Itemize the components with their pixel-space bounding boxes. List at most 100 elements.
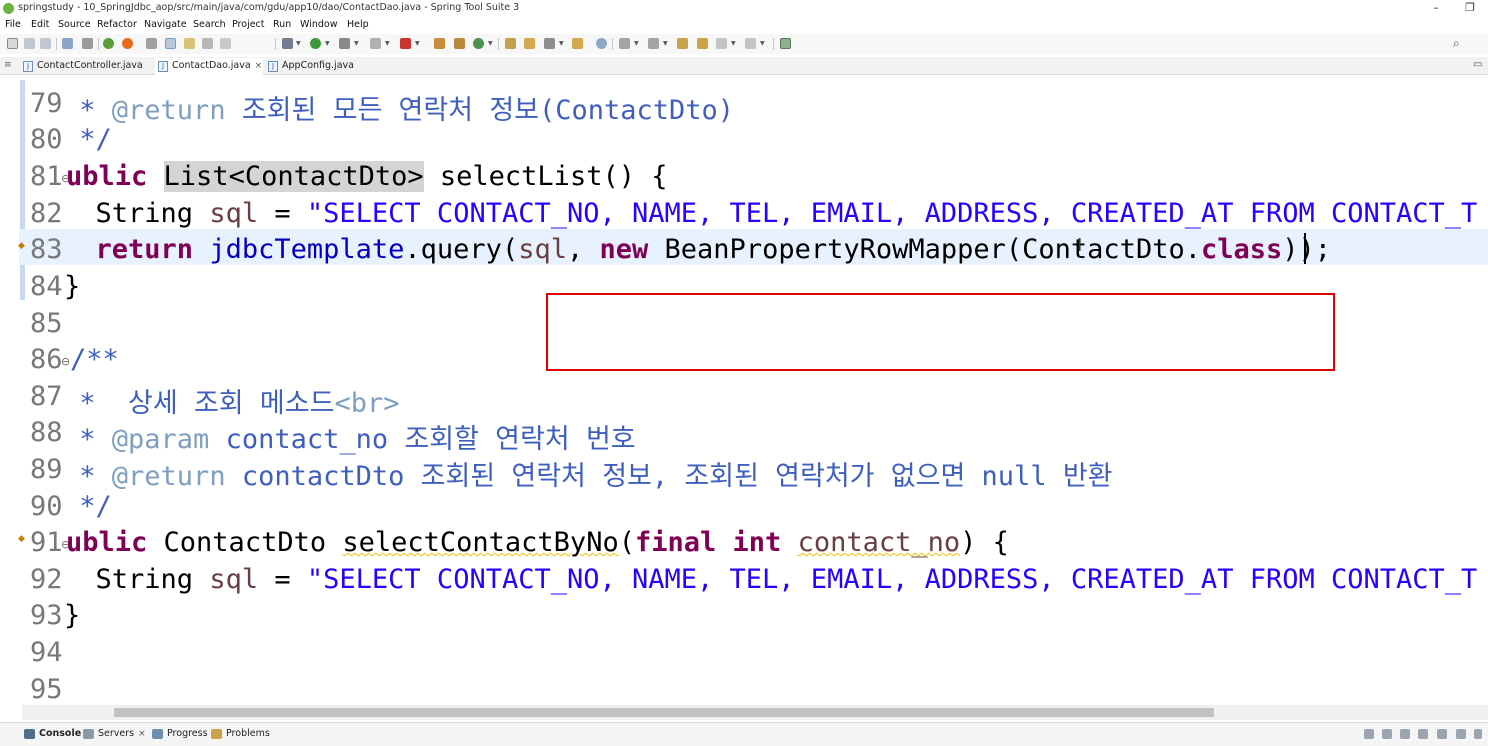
minimize-button[interactable]: –	[1426, 1, 1446, 15]
back-arrow-icon[interactable]	[716, 38, 727, 49]
minimize-editor-icon[interactable]: ▭	[1473, 59, 1485, 71]
chevron-down-icon[interactable]: ▼	[634, 40, 639, 47]
chevron-down-icon[interactable]: ▼	[354, 40, 359, 47]
warning-marker-icon[interactable]: ◆	[18, 534, 30, 546]
menu-navigate[interactable]: Navigate	[144, 19, 187, 30]
menu-refactor[interactable]: Refactor	[97, 19, 137, 30]
scrollbar-thumb[interactable]	[114, 708, 1214, 717]
line-number: 92	[30, 564, 63, 595]
scroll-lock-icon[interactable]	[1382, 729, 1392, 739]
tab-servers[interactable]: Servers ×	[83, 728, 146, 739]
line-number: 87	[30, 381, 63, 412]
debug-icon[interactable]	[282, 38, 293, 49]
new-class-icon[interactable]	[473, 38, 484, 49]
parameter: contact_no	[797, 527, 961, 558]
new-package-icon[interactable]	[454, 38, 465, 49]
back-icon[interactable]	[697, 38, 708, 49]
previous-annotation-icon[interactable]	[648, 38, 659, 49]
menu-run[interactable]: Run	[273, 19, 291, 30]
last-edit-location-icon[interactable]	[677, 38, 688, 49]
closing-parens: ));	[1282, 234, 1332, 265]
java-file-icon: J	[23, 61, 33, 72]
stop-icon[interactable]	[370, 38, 381, 49]
view-menu-icon[interactable]	[1456, 729, 1466, 739]
chevron-down-icon[interactable]: ▼	[415, 40, 420, 47]
restore-button[interactable]: ❐	[1460, 1, 1480, 15]
open-type-icon[interactable]	[505, 38, 516, 49]
fold-collapse-icon[interactable]: ⊖	[61, 355, 70, 368]
skip-breakpoints-icon[interactable]	[82, 38, 93, 49]
menu-window[interactable]: Window	[300, 19, 337, 30]
menu-project[interactable]: Project	[232, 19, 265, 30]
external-tools-icon[interactable]	[339, 38, 350, 49]
chevron-down-icon[interactable]: ▼	[488, 40, 493, 47]
local-variable: sql	[209, 198, 259, 229]
code-text: }	[64, 600, 81, 631]
code-editor[interactable]: 79 * @return 조회된 모든 연락처 정보(ContactDto) 8…	[0, 75, 1488, 705]
pin-editor-icon[interactable]	[780, 38, 791, 49]
terminal-icon[interactable]	[62, 38, 73, 49]
tab-contact-dao[interactable]: J ContactDao.java ×	[155, 58, 263, 75]
save-icon[interactable]	[24, 38, 35, 49]
menu-search[interactable]: Search	[193, 19, 226, 30]
new-java-project-icon[interactable]	[434, 38, 445, 49]
open-console-icon[interactable]	[1437, 729, 1447, 739]
clear-console-icon[interactable]	[1364, 729, 1374, 739]
horizontal-scrollbar[interactable]	[22, 705, 1488, 720]
show-whitespace-icon[interactable]	[220, 38, 231, 49]
chevron-down-icon[interactable]: ▼	[731, 40, 736, 47]
toolbar-separator	[275, 38, 276, 50]
tab-problems[interactable]: Problems	[211, 728, 270, 739]
line-number: 93	[30, 600, 63, 631]
tab-console[interactable]: Console	[24, 728, 81, 739]
maximize-view-icon[interactable]	[1474, 729, 1482, 739]
close-icon[interactable]: ×	[138, 729, 146, 739]
highlight-icon[interactable]	[165, 38, 176, 49]
close-icon[interactable]: ×	[255, 61, 263, 71]
chevron-down-icon[interactable]: ▼	[663, 40, 668, 47]
chevron-down-icon[interactable]: ▼	[760, 40, 765, 47]
menu-edit[interactable]: Edit	[31, 19, 49, 30]
display-console-icon[interactable]	[1418, 729, 1428, 739]
next-annotation-icon[interactable]	[619, 38, 630, 49]
deploy-icon[interactable]	[400, 38, 411, 49]
block-selection-icon[interactable]	[202, 38, 213, 49]
web-browser-icon[interactable]	[596, 38, 607, 49]
line-number: 95	[30, 674, 63, 705]
menu-source[interactable]: Source	[58, 19, 91, 30]
spring-boot-icon[interactable]	[103, 38, 114, 49]
code-text: String sql = "SELECT CONTACT_NO, NAME, T…	[63, 198, 1488, 229]
run-icon[interactable]	[310, 38, 321, 49]
search-tool-icon[interactable]	[544, 38, 555, 49]
open-task-icon[interactable]	[572, 38, 583, 49]
tab-progress[interactable]: Progress	[152, 728, 208, 739]
chevron-down-icon[interactable]: ▼	[559, 40, 564, 47]
open-folder-icon[interactable]	[524, 38, 535, 49]
text-cursor	[1304, 233, 1306, 264]
tab-app-config[interactable]: J AppConfig.java	[265, 58, 365, 75]
annotation-icon[interactable]	[184, 38, 195, 49]
toggle-mark-occurrences-icon[interactable]	[146, 38, 157, 49]
refresh-icon[interactable]	[122, 38, 133, 49]
save-all-icon[interactable]	[40, 38, 51, 49]
search-icon[interactable]: ⌕	[1453, 36, 1460, 51]
title-bar: springstudy - 10_SpringJdbc_aop/src/main…	[0, 0, 1488, 17]
new-file-icon[interactable]	[7, 38, 18, 49]
comma: ,	[566, 234, 600, 265]
code-text: ublic List<ContactDto> selectList() {	[66, 161, 667, 192]
line-number: 79	[30, 88, 63, 119]
tab-contact-controller[interactable]: J ContactController.java	[20, 58, 154, 75]
warning-marker-icon[interactable]: ◆	[18, 241, 30, 253]
chevron-down-icon[interactable]: ▼	[385, 40, 390, 47]
menu-file[interactable]: File	[5, 19, 21, 30]
menu-help[interactable]: Help	[347, 19, 369, 30]
code-line: 81 ⊖ ublic List<ContactDto> selectList()…	[0, 156, 1488, 192]
chevron-down-icon[interactable]: ▼	[325, 40, 330, 47]
code-line: 95	[0, 669, 1488, 705]
forward-arrow-icon[interactable]	[745, 38, 756, 49]
tab-list-icon[interactable]: ≡	[4, 60, 12, 70]
pin-console-icon[interactable]	[1400, 729, 1410, 739]
chevron-down-icon[interactable]: ▼	[296, 40, 301, 47]
